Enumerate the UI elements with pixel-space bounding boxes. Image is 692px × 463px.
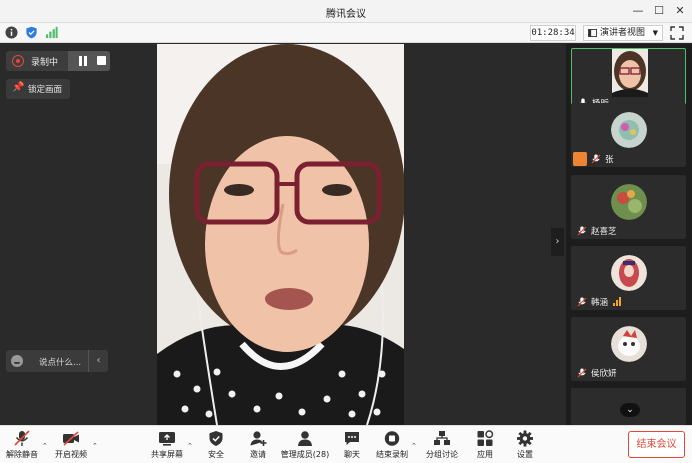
emoji-icon[interactable] (11, 355, 23, 367)
participant-tile[interactable]: 赵喜芝 (571, 175, 686, 239)
gear-icon (517, 430, 533, 447)
chevron-right-icon: › (555, 236, 560, 247)
view-mode-label: 演讲者视图 (600, 28, 646, 38)
settings-button[interactable]: 设置 (512, 430, 538, 462)
lock-view-label: 锁定画面 (28, 85, 63, 95)
end-recording-button[interactable]: 结束录制 (375, 430, 409, 462)
breakout-rooms-button[interactable]: 分组讨论 (424, 430, 460, 462)
participant-avatar (611, 112, 647, 148)
pause-icon[interactable] (79, 56, 87, 66)
bottom-toolbar: 解除静音 ⌃ 开启视频 ⌃ 共享屏幕 ⌃ 安全 邀请 管理成员(28) 聊天 结… (0, 425, 692, 463)
record-icon (12, 55, 24, 67)
chevron-down-icon: ▼ (652, 29, 658, 37)
participant-name: 张 (605, 155, 614, 165)
window-title: 腾讯会议 (326, 9, 366, 20)
start-video-button[interactable]: 开启视频 (52, 430, 90, 462)
participant-thumbnail (612, 49, 648, 97)
chat-icon (345, 432, 359, 445)
users-icon (298, 431, 312, 446)
speaker-video-feed (157, 44, 404, 425)
view-mode-dropdown[interactable]: 演讲者视图 ▼ (583, 25, 663, 41)
manage-members-button[interactable]: 管理成员(28) (280, 430, 330, 462)
shield-icon (209, 431, 223, 446)
recording-controls (68, 51, 110, 71)
title-bar: 腾讯会议 — ☐ ✕ (0, 0, 692, 23)
fullscreen-icon[interactable] (670, 26, 684, 40)
video-options-chevron-icon[interactable]: ⌃ (92, 442, 98, 450)
apps-grid-icon (477, 430, 494, 446)
settings-label: 设置 (517, 450, 533, 459)
microphone-muted-icon (577, 297, 587, 307)
start-video-label: 开启视频 (55, 450, 87, 459)
stop-record-icon (384, 431, 400, 446)
microphone-muted-icon (577, 226, 587, 236)
participant-name: 侯欣妍 (591, 369, 617, 379)
host-badge-icon (573, 152, 587, 166)
audio-level-icon (613, 297, 623, 306)
minimize-icon[interactable]: — (630, 3, 646, 19)
mic-options-chevron-icon[interactable]: ⌃ (42, 442, 48, 450)
apps-button[interactable]: 应用 (472, 430, 498, 462)
participant-tile[interactable]: 张 (571, 103, 686, 167)
apps-label: 应用 (477, 450, 493, 459)
stop-icon[interactable] (97, 56, 106, 65)
chat-input[interactable]: 说点什么... ‹ (6, 350, 108, 372)
share-screen-icon (159, 432, 175, 446)
chat-placeholder: 说点什么... (39, 358, 82, 368)
participant-name: 韩涵 (591, 298, 609, 308)
chevron-down-icon: ⌄ (626, 405, 634, 415)
microphone-muted-icon (577, 368, 587, 378)
speaker-view-icon (588, 29, 597, 37)
share-options-chevron-icon[interactable]: ⌃ (187, 442, 193, 450)
status-bar: 01:28:34 演讲者视图 ▼ (0, 23, 692, 43)
video-off-icon (63, 431, 79, 446)
signal-icon[interactable] (45, 26, 58, 39)
participant-avatar (611, 184, 647, 220)
add-user-icon (250, 431, 267, 446)
manage-members-label: 管理成员(28) (280, 450, 330, 459)
share-screen-button[interactable]: 共享屏幕 (149, 430, 185, 462)
unmute-label: 解除静音 (6, 450, 38, 459)
invite-label: 邀请 (250, 450, 266, 459)
end-recording-label: 结束录制 (376, 450, 408, 459)
security-button[interactable]: 安全 (202, 430, 230, 462)
breakout-rooms-label: 分组讨论 (426, 450, 458, 459)
unmute-button[interactable]: 解除静音 (4, 430, 40, 462)
shield-icon[interactable] (25, 26, 38, 39)
lock-view-button[interactable]: 📌 锁定画面 (6, 79, 70, 99)
participant-video (612, 49, 648, 97)
participant-avatar (611, 255, 647, 291)
chat-button[interactable]: 聊天 (338, 430, 366, 462)
share-screen-label: 共享屏幕 (151, 450, 183, 459)
close-icon[interactable]: ✕ (672, 3, 688, 19)
scroll-down-button[interactable]: ⌄ (620, 403, 640, 417)
breakout-icon (434, 431, 450, 445)
maximize-icon[interactable]: ☐ (651, 3, 667, 19)
participant-sidebar: 杨昕 张 (566, 44, 692, 425)
chevron-left-icon[interactable]: ‹ (88, 350, 108, 372)
participant-avatar (611, 326, 647, 362)
chat-label: 聊天 (344, 450, 360, 459)
pin-icon: 📌 (12, 82, 25, 93)
sidebar-toggle[interactable]: › (551, 228, 564, 256)
end-meeting-button[interactable]: 结束会议 (628, 431, 685, 458)
record-options-chevron-icon[interactable]: ⌃ (411, 442, 417, 450)
invite-button[interactable]: 邀请 (244, 430, 272, 462)
speaker-video (157, 44, 404, 425)
participant-tile[interactable]: 韩涵 (571, 246, 686, 310)
meeting-timer: 01:28:34 (530, 25, 576, 41)
microphone-muted-icon (14, 430, 30, 446)
participant-name: 赵喜芝 (591, 227, 617, 237)
recording-label: 录制中 (31, 58, 59, 68)
microphone-muted-icon (591, 154, 601, 164)
recording-indicator: 录制中 (6, 51, 110, 71)
participant-tile[interactable]: 侯欣妍 (571, 317, 686, 381)
main-video-area: 录制中 📌 锁定画面 说点什么... ‹ › (0, 44, 566, 425)
info-icon[interactable] (5, 26, 18, 39)
security-label: 安全 (208, 450, 224, 459)
tencent-meeting-window: 腾讯会议 — ☐ ✕ 01:28:34 演讲者视图 ▼ 录制中 📌 锁定画面 说… (0, 0, 692, 463)
